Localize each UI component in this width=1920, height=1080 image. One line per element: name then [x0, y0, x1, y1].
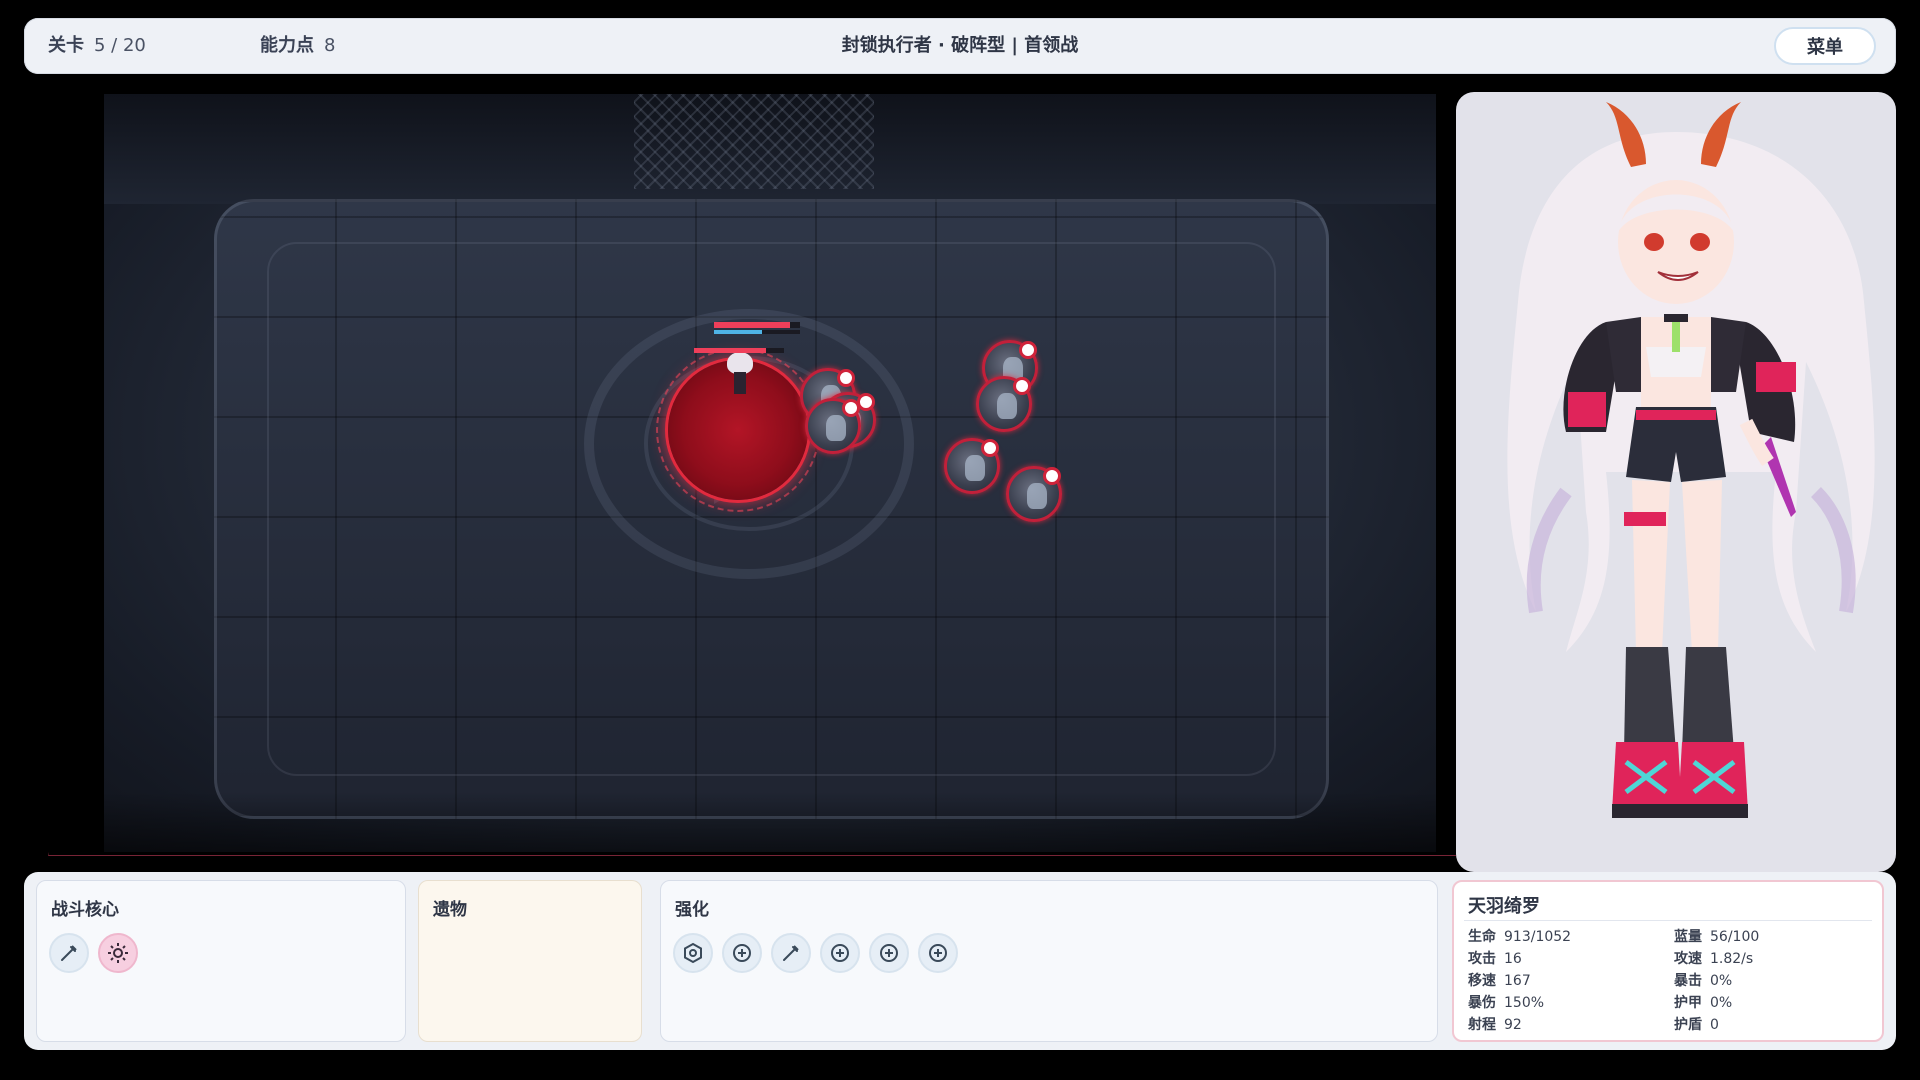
player-mana-fill — [714, 330, 763, 334]
level-label: 关卡 — [48, 35, 84, 56]
plus-circle-icon[interactable] — [869, 933, 909, 973]
boss-hp-bar — [694, 348, 784, 353]
enemy-unit[interactable] — [1006, 466, 1062, 522]
enemy-unit[interactable] — [944, 438, 1000, 494]
stat-value: 913/1052 — [1504, 929, 1572, 945]
stat-label: 攻速 — [1674, 951, 1702, 967]
combat-core-panel: 战斗核心 — [36, 880, 406, 1042]
enhance-panel: 强化 — [660, 880, 1438, 1042]
combat-core-title: 战斗核心 — [51, 900, 119, 920]
character-name: 天羽绮罗 — [1468, 896, 1540, 917]
stat-attack-speed: 攻速 1.82/s — [1674, 948, 1753, 968]
boss-hp-fill — [694, 348, 766, 353]
level-value: 5 / 20 — [94, 35, 146, 56]
stat-hp: 生命 913/1052 — [1468, 926, 1571, 946]
stat-label: 暴伤 — [1468, 995, 1496, 1011]
plus-circle-icon[interactable] — [918, 933, 958, 973]
stat-label: 射程 — [1468, 1017, 1496, 1033]
enhance-icons — [673, 933, 958, 973]
enemy-sprite — [997, 393, 1017, 419]
enhance-title: 强化 — [675, 900, 709, 920]
hexagon-icon[interactable] — [673, 933, 713, 973]
stat-label: 暴击 — [1674, 973, 1702, 989]
stat-value: 0 — [1710, 1017, 1719, 1033]
player-body — [734, 372, 746, 394]
stat-label: 攻击 — [1468, 951, 1496, 967]
menu-button[interactable]: 菜单 — [1774, 27, 1876, 65]
relic-panel: 遗物 — [418, 880, 642, 1042]
stat-armor: 护甲 0% — [1674, 992, 1732, 1012]
arena-shadow — [104, 792, 1436, 852]
plus-circle-icon[interactable] — [820, 933, 860, 973]
stat-label: 移速 — [1468, 973, 1496, 989]
points-value: 8 — [324, 35, 336, 56]
stat-crit-damage: 暴伤 150% — [1468, 992, 1544, 1012]
stat-value: 150% — [1504, 995, 1545, 1011]
stat-value: 167 — [1504, 973, 1531, 989]
stat-label: 护甲 — [1674, 995, 1702, 1011]
character-portrait — [1456, 92, 1896, 872]
stat-value: 1.82/s — [1710, 951, 1754, 967]
player-hp-fill — [714, 322, 790, 328]
level-indicator: 关卡 5 / 20 — [48, 18, 146, 74]
enemy-unit[interactable] — [805, 398, 861, 454]
enemy-sprite — [965, 455, 985, 481]
enemy-sprite — [826, 415, 846, 441]
bottom-hud: 战斗核心 遗物 强化 天羽绮罗 生命 913/1052 攻击 16 移速 167… — [24, 872, 1896, 1050]
stat-value: 0% — [1710, 973, 1733, 989]
combat-core-icons — [49, 933, 138, 973]
plus-circle-icon[interactable] — [722, 933, 762, 973]
points-label: 能力点 — [260, 35, 314, 56]
sword-icon[interactable] — [49, 933, 89, 973]
stat-label: 蓝量 — [1674, 929, 1702, 945]
stat-mana: 蓝量 56/100 — [1674, 926, 1759, 946]
stat-attack: 攻击 16 — [1468, 948, 1522, 968]
arena-fence — [634, 94, 874, 189]
top-bar: 关卡 5 / 20 能力点 8 封锁执行者 · 破阵型 | 首领战 菜单 — [24, 18, 1896, 74]
stat-value: 56/100 — [1710, 929, 1760, 945]
player-hp-bar — [714, 322, 800, 328]
stats-divider — [1464, 920, 1872, 921]
stat-move-speed: 移速 167 — [1468, 970, 1531, 990]
player-hair — [727, 352, 753, 374]
sun-icon[interactable] — [98, 933, 138, 973]
stat-shield: 护盾 0 — [1674, 1014, 1719, 1034]
stat-value: 92 — [1504, 1017, 1522, 1033]
stat-crit: 暴击 0% — [1674, 970, 1732, 990]
sword-icon[interactable] — [771, 933, 811, 973]
ability-points: 能力点 8 — [260, 18, 335, 74]
stat-range: 射程 92 — [1468, 1014, 1522, 1034]
stat-value: 16 — [1504, 951, 1522, 967]
player-mana-bar — [714, 330, 800, 334]
character-stats-panel: 天羽绮罗 生命 913/1052 攻击 16 移速 167 暴伤 150% 射程 92 蓝… — [1452, 880, 1884, 1042]
character-illustration — [1507, 102, 1875, 818]
player-character[interactable] — [727, 352, 753, 402]
stat-label: 生命 — [1468, 929, 1496, 945]
relic-title: 遗物 — [433, 900, 467, 920]
enemy-unit[interactable] — [976, 376, 1032, 432]
stat-label: 护盾 — [1674, 1017, 1702, 1033]
enemy-sprite — [1027, 483, 1047, 509]
stat-value: 0% — [1710, 995, 1733, 1011]
